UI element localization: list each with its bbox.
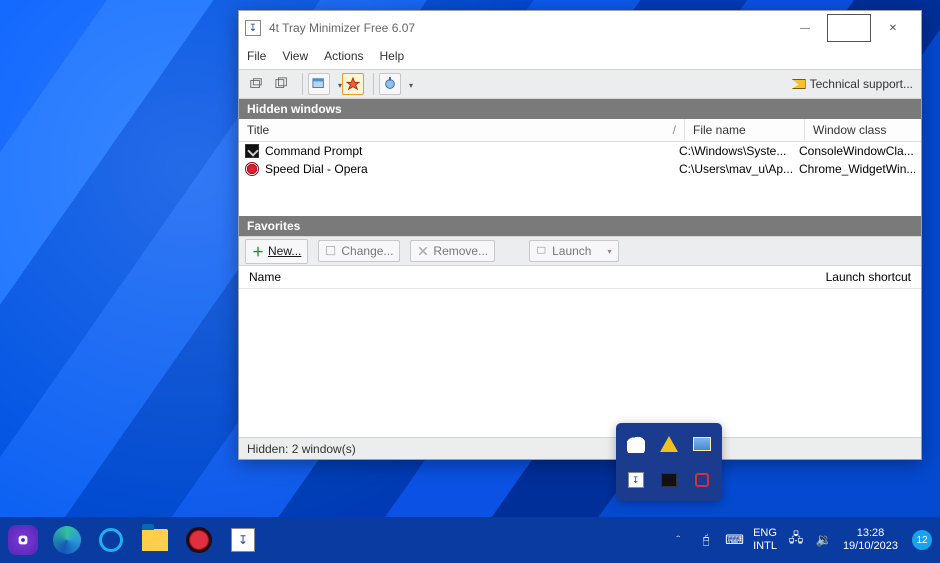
row-class: ConsoleWindowCla... [799,144,915,158]
menubar: File View Actions Help [239,45,921,69]
clock-date: 19/10/2023 [843,540,898,553]
maximize-button[interactable] [827,14,871,42]
favorites-header: Favorites [239,216,921,236]
col-filename[interactable]: File name [685,119,805,141]
tray-flyout: ↧ [616,423,722,501]
new-button[interactable]: ＋New... [245,239,308,264]
keyboard-icon[interactable]: ⌨ [725,532,743,548]
hidden-columns: Title/ File name Window class [239,119,921,142]
status-text: Hidden: 2 window(s) [247,442,356,456]
tray-app-icon[interactable]: ↧ [622,465,649,495]
menu-help[interactable]: Help [380,49,405,63]
favorites-toolbar: ＋New... Change... Remove... Launch▾ [239,236,921,266]
tb-add-favorite-icon[interactable] [342,73,364,95]
taskbar-explorer-icon[interactable] [140,525,170,555]
taskbar-left: ↧ [8,525,258,555]
remove-button: Remove... [410,240,495,262]
opera-icon [245,162,259,176]
usb-icon[interactable]: 🖯 [697,532,715,548]
dropdown-icon[interactable] [334,77,342,91]
toolbar-separator [302,73,303,95]
clock-time: 13:28 [843,527,898,540]
toolbar-separator [373,73,374,95]
col-name[interactable]: Name [249,270,281,284]
tb-group-2[interactable] [379,73,413,95]
tray-chevron-icon[interactable]: ＾ [669,533,687,546]
tray-record-icon[interactable] [689,465,716,495]
menu-view[interactable]: View [282,49,308,63]
row-class: Chrome_WidgetWin... [799,162,915,176]
tray-warning-icon[interactable] [655,429,682,459]
col-windowclass[interactable]: Window class [805,119,921,141]
mail-icon [792,79,806,89]
row-file: C:\Users\mav_u\Ap... [679,162,799,176]
notification-badge[interactable]: 12 [912,530,932,550]
col-title[interactable]: Title/ [239,119,685,141]
tb-group-1[interactable] [308,73,342,95]
menu-actions[interactable]: Actions [324,49,363,63]
col-shortcut[interactable]: Launch shortcut [826,270,911,284]
taskbar: ↧ ＾ 🖯 ⌨ ENG INTL 🖧 🔉 13:28 19/10/2023 12 [0,517,940,563]
lang-secondary: INTL [753,540,777,553]
main-toolbar: Technical support... [239,69,921,99]
titlebar[interactable]: ↧ 4t Tray Minimizer Free 6.07 — ✕ [239,11,921,45]
tb-cascade-icon[interactable] [271,73,293,95]
change-button: Change... [318,240,400,262]
taskbar-edge-icon[interactable] [52,525,82,555]
clock[interactable]: 13:28 19/10/2023 [843,527,898,552]
window-controls: — ✕ [783,14,915,42]
taskbar-right: ＾ 🖯 ⌨ ENG INTL 🖧 🔉 13:28 19/10/2023 12 [669,527,932,552]
hidden-windows-list: Command Prompt C:\Windows\Syste... Conso… [239,142,921,216]
cmd-icon [245,144,259,158]
tech-support-label: Technical support... [810,77,913,91]
menu-file[interactable]: File [247,49,266,63]
dropdown-icon[interactable] [405,77,413,91]
lang-primary: ENG [753,527,777,540]
tray-onedrive-icon[interactable] [622,429,649,459]
row-title: Command Prompt [265,144,679,158]
network-icon[interactable]: 🖧 [787,529,805,551]
tray-cmd-icon[interactable] [655,465,682,495]
start-button[interactable] [8,525,38,555]
table-row[interactable]: Speed Dial - Opera C:\Users\mav_u\Ap... … [239,160,921,178]
hidden-windows-header: Hidden windows [239,99,921,119]
table-row[interactable]: Command Prompt C:\Windows\Syste... Conso… [239,142,921,160]
app-icon: ↧ [245,20,261,36]
favorites-list [239,289,921,437]
taskbar-app-icon[interactable]: ↧ [228,525,258,555]
volume-icon[interactable]: 🔉 [815,532,833,548]
statusbar: Hidden: 2 window(s) [239,437,921,459]
close-button[interactable]: ✕ [871,14,915,42]
favorites-columns: Name Launch shortcut [239,266,921,289]
launch-button: Launch▾ [529,240,618,262]
tb-restore-icon[interactable] [245,73,267,95]
taskbar-cortana-icon[interactable] [96,525,126,555]
minimize-button[interactable]: — [783,14,827,42]
tray-screen-icon[interactable] [689,429,716,459]
row-title: Speed Dial - Opera [265,162,679,176]
window-title: 4t Tray Minimizer Free 6.07 [269,21,783,35]
app-window: ↧ 4t Tray Minimizer Free 6.07 — ✕ File V… [238,10,922,460]
taskbar-opera-icon[interactable] [184,525,214,555]
tech-support-link[interactable]: Technical support... [792,70,913,98]
row-file: C:\Windows\Syste... [679,144,799,158]
language-indicator[interactable]: ENG INTL [753,527,777,552]
plus-icon: ＋ [252,243,264,260]
